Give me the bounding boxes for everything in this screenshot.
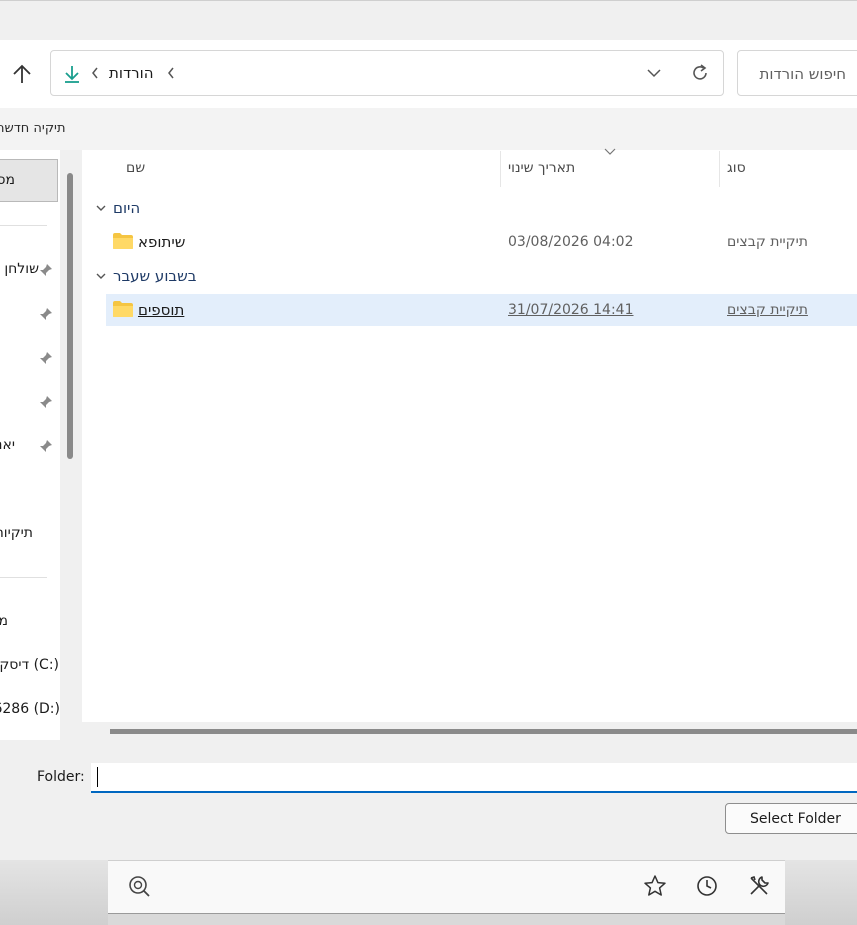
hscrollbar-thumb[interactable] xyxy=(110,729,857,734)
sort-caret-icon xyxy=(604,148,616,155)
column-header-name[interactable]: שם xyxy=(126,160,145,176)
chevron-left-icon[interactable] xyxy=(89,65,101,81)
folder-icon xyxy=(113,233,133,249)
nav-item-user[interactable]: יאנה xyxy=(0,437,15,453)
address-bar[interactable]: הורדות xyxy=(50,50,724,96)
nav-item-desktop[interactable]: שולחן עבודה xyxy=(0,261,39,277)
nav-item-drive-d[interactable]: 56286 (D:) xyxy=(0,701,60,717)
file-name[interactable]: שיתופא xyxy=(138,233,185,251)
folder-picker-dialog: הורדות חיפוש הורדות תיקיה חדשה מסמכים שו… xyxy=(0,0,857,860)
text-caret xyxy=(97,767,98,787)
browser-bottom-toolbar xyxy=(108,860,785,914)
tools-icon[interactable] xyxy=(746,873,772,899)
folder-label: Folder: xyxy=(37,769,85,785)
column-header-date[interactable]: תאריך שינוי xyxy=(508,160,575,176)
breadcrumb-downloads[interactable]: הורדות xyxy=(109,64,154,82)
search-box[interactable]: חיפוש הורדות xyxy=(737,50,857,96)
group-header-last-week[interactable]: בשבוע שעבר xyxy=(113,267,196,285)
column-header-type[interactable]: סוג xyxy=(727,160,746,176)
refresh-icon[interactable] xyxy=(689,62,711,84)
up-button[interactable] xyxy=(8,60,36,88)
folder-icon xyxy=(113,301,133,317)
folder-input[interactable] xyxy=(91,763,857,793)
file-type: תיקיית קבצים xyxy=(727,302,808,318)
file-type: תיקיית קבצים xyxy=(727,234,808,250)
pin-icon xyxy=(40,308,52,320)
group-header-today[interactable]: היום xyxy=(113,199,140,217)
nav-scrollbar-thumb[interactable] xyxy=(67,173,73,459)
search-input[interactable]: חיפוש הורדות xyxy=(760,65,847,83)
select-folder-button[interactable]: Select Folder xyxy=(725,803,857,834)
pin-icon xyxy=(40,440,52,452)
nav-item-folders[interactable]: תיקיות xyxy=(0,525,33,541)
nav-item-documents[interactable]: מסמכים xyxy=(0,172,15,188)
title-bar xyxy=(0,0,857,41)
nav-divider xyxy=(0,225,47,226)
chevron-down-icon[interactable] xyxy=(645,64,663,82)
file-date: 03/08/2026 04:02 xyxy=(508,234,634,250)
pin-icon xyxy=(40,264,52,276)
desktop-background xyxy=(785,860,857,925)
chevron-down-icon[interactable] xyxy=(94,201,108,215)
lens-icon[interactable] xyxy=(126,873,152,899)
history-icon[interactable] xyxy=(694,873,720,899)
new-folder-button[interactable]: תיקיה חדשה xyxy=(0,121,66,136)
nav-item-drive-c[interactable]: דיסק מקומי (C:) xyxy=(0,657,59,673)
up-arrow-icon xyxy=(13,64,31,83)
pin-icon xyxy=(40,352,52,364)
desktop-background xyxy=(0,860,108,925)
column-separator[interactable] xyxy=(719,151,720,187)
nav-item-this-pc[interactable]: מחשב זה xyxy=(0,613,8,629)
pin-icon xyxy=(40,396,52,408)
file-date: 31/07/2026 14:41 xyxy=(508,302,634,318)
file-name[interactable]: תוספים xyxy=(138,301,184,319)
nav-divider xyxy=(0,577,47,578)
chevron-down-icon[interactable] xyxy=(94,269,108,283)
download-icon xyxy=(61,63,83,85)
chevron-left-icon[interactable] xyxy=(165,65,177,81)
column-separator[interactable] xyxy=(500,151,501,187)
command-bar xyxy=(0,108,857,150)
star-icon[interactable] xyxy=(642,873,668,899)
